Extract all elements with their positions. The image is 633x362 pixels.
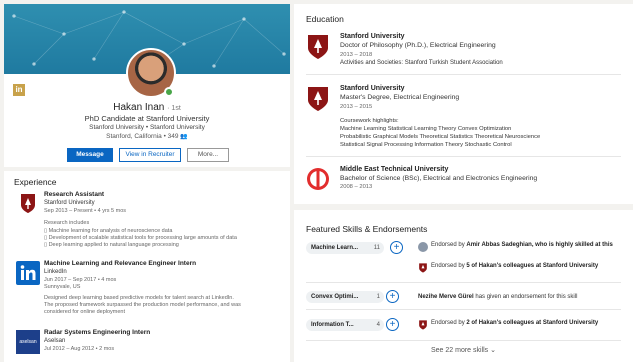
experience-role[interactable]: Research Assistant <box>44 191 104 198</box>
experience-desc-line: Designed deep learning based predictive … <box>44 295 234 301</box>
experience-title: Experience <box>14 177 57 187</box>
education-degree: Bachelor of Science (BSc), Electrical an… <box>340 175 538 182</box>
skill-name: Machine Learn... <box>311 245 359 251</box>
profile-actions: Message View in Recruiter More... <box>67 148 229 162</box>
experience-dates: Jul 2012 – Aug 2012 • 2 mos <box>44 346 115 352</box>
coursework-line: Probabilistic Graphical Models Theoretic… <box>340 134 541 140</box>
divider <box>306 309 621 310</box>
education-degree: Master's Degree, Electrical Engineering <box>340 94 460 101</box>
divider <box>306 74 621 75</box>
experience-role[interactable]: Radar Systems Engineering Intern <box>44 329 150 336</box>
stanford-logo-icon[interactable] <box>306 86 330 112</box>
view-in-recruiter-button[interactable]: View in Recruiter <box>119 148 181 162</box>
experience-company[interactable]: Stanford University <box>44 200 95 206</box>
aselsan-logo-icon[interactable]: aselsan <box>16 330 40 354</box>
experience-desc-line: considered for online deployment <box>44 309 126 315</box>
experience-dates: Jun 2017 – Sep 2017 • 4 mos <box>44 277 117 283</box>
stanford-logo-icon[interactable] <box>16 191 40 215</box>
divider <box>306 156 621 157</box>
skill-pill[interactable]: Information T... 4 <box>306 319 384 331</box>
see-more-skills-button[interactable]: See 22 more skills ⌄ <box>294 346 633 354</box>
endorsement-text: Nezihe Merve Gürel has given an endorsem… <box>418 294 578 300</box>
divider <box>306 340 621 341</box>
education-title: Education <box>306 14 344 24</box>
skill-pill[interactable]: Convex Optimi... 1 <box>306 291 384 303</box>
education-dates: 2013 – 2018 <box>340 52 373 58</box>
endorsement-text: Endorsed by Amir Abbas Sadeghian, who is… <box>431 242 613 248</box>
stanford-logo-icon <box>419 263 427 273</box>
stanford-logo-icon <box>419 320 427 330</box>
more-button[interactable]: More... <box>187 148 229 162</box>
experience-bullet: ▯ Deep learning applied to natural langu… <box>44 242 179 248</box>
experience-company[interactable]: Aselsan <box>44 338 65 344</box>
chevron-down-icon: ⌄ <box>490 347 497 354</box>
experience-company[interactable]: LinkedIn <box>44 269 67 275</box>
endorsement-text: Endorsed by 2 of Hakan's colleagues at S… <box>431 320 599 326</box>
see-more-skills-label: See 22 more skills <box>430 347 489 354</box>
skill-count: 4 <box>376 322 380 328</box>
profile-name-line: Hakan Inan · 1st <box>4 102 290 113</box>
message-button[interactable]: Message <box>67 148 113 162</box>
stanford-logo-icon[interactable] <box>306 34 330 60</box>
education-degree: Doctor of Philosophy (Ph.D.), Electrical… <box>340 42 496 49</box>
linkedin-logo-icon[interactable] <box>16 261 40 285</box>
experience-card: Experience Research Assistant Stanford U… <box>4 171 290 362</box>
linkedin-badge-icon: in <box>13 84 25 96</box>
experience-desc-intro: Research includes <box>44 220 90 226</box>
skill-name: Information T... <box>311 322 354 328</box>
endorse-plus-icon[interactable]: + <box>386 290 399 303</box>
experience-role[interactable]: Machine Learning and Relevance Engineer … <box>44 260 196 267</box>
endorser-avatar[interactable] <box>418 242 428 252</box>
experience-location: Sunnyvale, US <box>44 284 81 290</box>
online-status-icon <box>164 87 174 97</box>
education-school[interactable]: Stanford University <box>340 33 405 40</box>
skills-title: Featured Skills & Endorsements <box>306 224 428 234</box>
education-school[interactable]: Middle East Technical University <box>340 166 448 173</box>
education-dates: 2008 – 2013 <box>340 184 373 190</box>
connection-degree: · 1st <box>167 105 181 112</box>
endorse-plus-icon[interactable]: + <box>390 241 403 254</box>
experience-dates: Sep 2013 – Present • 4 yrs 5 mos <box>44 208 127 214</box>
experience-bullet: ▯ Development of scalable statistical to… <box>44 235 237 241</box>
education-dates: 2013 – 2015 <box>340 104 373 110</box>
skill-count: 1 <box>376 294 380 300</box>
profile-name: Hakan Inan <box>113 102 165 113</box>
experience-desc-line: The proposed framework surpassed the pro… <box>44 302 241 308</box>
skills-card: Featured Skills & Endorsements Machine L… <box>294 210 633 362</box>
education-school[interactable]: Stanford University <box>340 85 405 92</box>
profile-location: Stanford, California • 349 👥 <box>4 133 290 140</box>
endorse-plus-icon[interactable]: + <box>386 318 399 331</box>
endorsement-text: Endorsed by 5 of Hakan's colleagues at S… <box>431 263 599 269</box>
connections-icon: 👥 <box>180 134 188 140</box>
metu-logo-icon[interactable] <box>306 166 330 192</box>
location-text: Stanford, California • 349 <box>106 133 179 140</box>
skill-pill[interactable]: Machine Learn... 11 <box>306 242 384 254</box>
profile-headline: PhD Candidate at Stanford University <box>84 114 210 123</box>
coursework-label: Coursework highlights: <box>340 118 399 124</box>
profile-card: in Hakan Inan · 1st PhD Candidate at Sta… <box>4 4 290 167</box>
experience-bullet: ▯ Machine learning for analysis of neuro… <box>44 228 173 234</box>
divider <box>306 282 621 283</box>
education-activities: Activities and Societies: Stanford Turki… <box>340 60 503 66</box>
profile-schools: Stanford University • Stanford Universit… <box>89 124 205 131</box>
skill-name: Convex Optimi... <box>311 294 359 300</box>
education-card: Education Stanford University Doctor of … <box>294 4 633 204</box>
coursework-line: Statistical Signal Processing Informatio… <box>340 142 512 148</box>
skill-count: 11 <box>373 245 380 251</box>
coursework-line: Machine Learning Statistical Learning Th… <box>340 126 512 132</box>
